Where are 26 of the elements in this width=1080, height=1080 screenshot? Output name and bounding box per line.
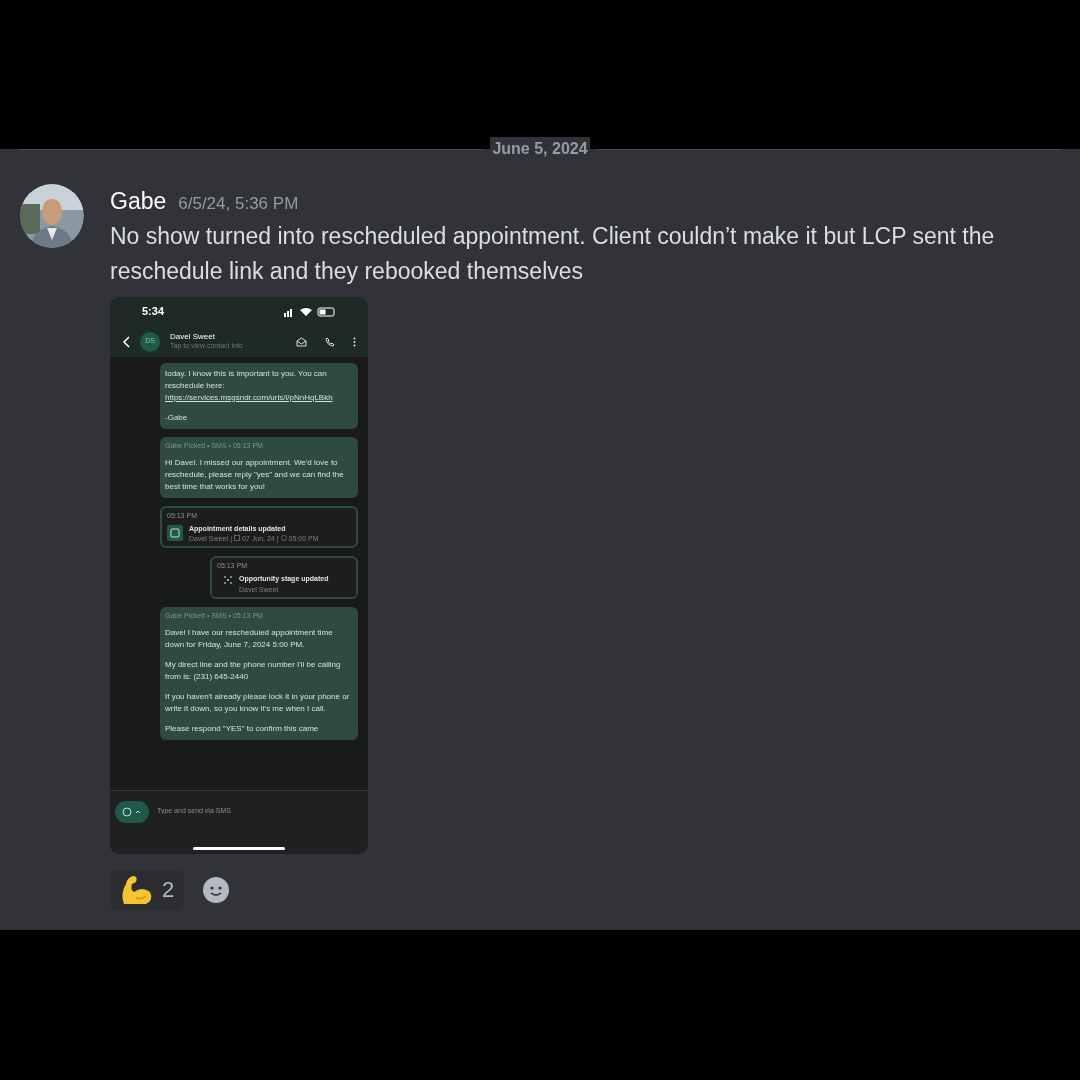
flexed-arm-icon xyxy=(120,873,154,906)
message-link[interactable]: https://services.msgsndr.com/urls/l/pNnHqLBkh xyxy=(165,392,333,402)
back-icon[interactable] xyxy=(122,335,130,348)
message-signature: -Gabe xyxy=(165,411,189,424)
mail-icon[interactable] xyxy=(296,336,307,347)
message-text: today. I know this is important to you. You can reschedule here: https://services.msgsndr.com/urls/l/pNnHqLBkh xyxy=(165,367,334,404)
message-text: If you haven't already please lock it in your phone or write it down, so you know it's me when I call. xyxy=(165,690,351,715)
more-icon[interactable] xyxy=(353,336,356,347)
status-time: 5:34 xyxy=(142,304,165,320)
calendar-icon xyxy=(167,525,183,541)
message-timestamp: 6/5/24, 5:36 PM xyxy=(178,193,299,215)
message-text: My direct line and the phone number I'll be calling from is: (231) 645-2440 xyxy=(165,658,342,683)
reaction-button[interactable]: 2 xyxy=(110,869,185,910)
contact-name[interactable]: Davel Sweet xyxy=(170,332,286,343)
author-name[interactable]: Gabe xyxy=(110,184,167,219)
smiley-icon xyxy=(202,875,231,904)
status-icons xyxy=(284,306,336,317)
calendar-icon xyxy=(234,535,241,541)
chat-toggle-icon[interactable] xyxy=(115,800,149,823)
stage-icon xyxy=(223,574,233,585)
phone-icon[interactable] xyxy=(325,336,335,347)
message-text: Davel I have our rescheduled appointment time down for Friday, June 7, 2024 5:00 PM. xyxy=(165,626,334,651)
clock-icon xyxy=(280,535,287,541)
message-text: No show turned into rescheduled appointment. Client couldn’t make it but LCP sent the reschedule link and they rebooked themselves xyxy=(110,221,996,286)
message-text: Please respond "YES" to confirm this came xyxy=(165,722,320,735)
message-text: Hi Davel. I missed our appointment. We'd love to reschedule, please reply "yes" and we can find the best time that works for you! xyxy=(165,456,345,493)
